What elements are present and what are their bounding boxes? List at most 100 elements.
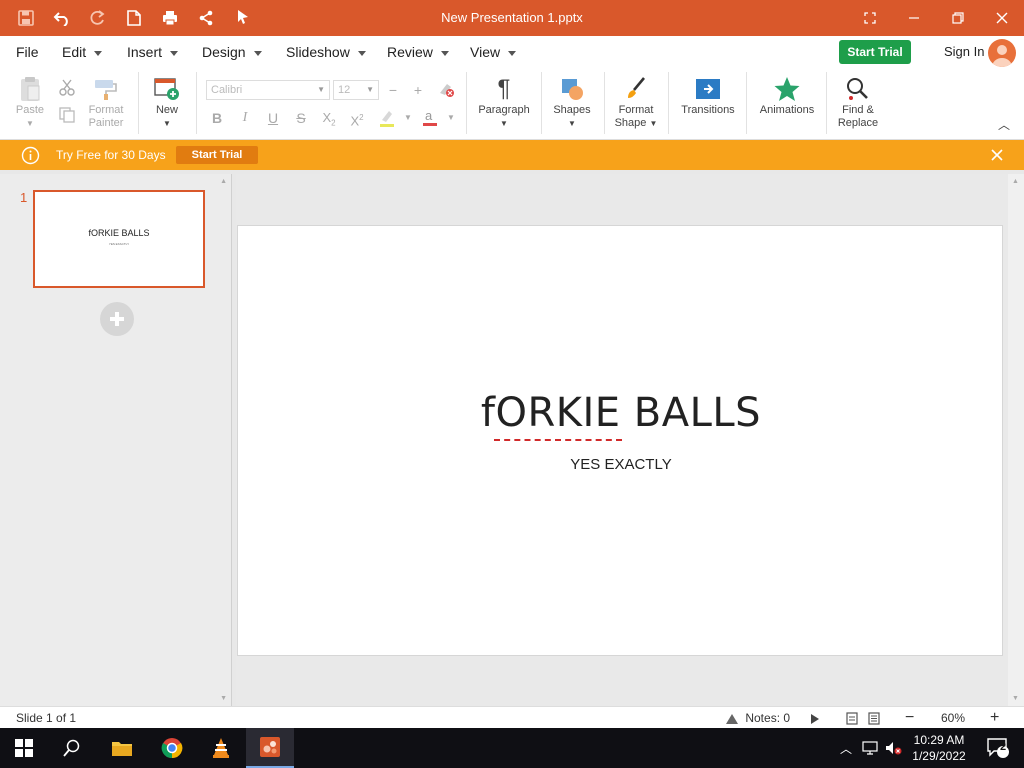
- slide[interactable]: fORKIE BALLS YES EXACTLY: [237, 225, 1003, 656]
- zoom-in-icon[interactable]: +: [990, 707, 999, 729]
- share-icon[interactable]: [188, 0, 224, 36]
- menu-slideshow[interactable]: Slideshow: [286, 36, 366, 68]
- cut-button[interactable]: [56, 78, 78, 99]
- add-slide-button[interactable]: [100, 302, 134, 336]
- font-name-select[interactable]: Calibri ▼: [206, 80, 330, 100]
- save-icon[interactable]: [8, 0, 44, 36]
- copy-button[interactable]: [56, 106, 78, 127]
- chevron-down-icon: [440, 50, 449, 56]
- redo-icon[interactable]: [80, 0, 116, 36]
- slide-title[interactable]: fORKIE BALLS: [238, 390, 1004, 436]
- fullscreen-icon[interactable]: [848, 0, 892, 36]
- menu-view[interactable]: View: [470, 36, 517, 68]
- font-color-icon[interactable]: a: [420, 108, 440, 128]
- transitions-label: Transitions: [681, 104, 735, 116]
- shapes-button[interactable]: Shapes ▼: [548, 74, 596, 130]
- undo-icon[interactable]: [44, 0, 80, 36]
- transitions-icon: [676, 74, 740, 104]
- presentation-app-icon[interactable]: [246, 728, 294, 768]
- windows-start-icon[interactable]: [0, 728, 48, 768]
- font-size-select[interactable]: 12 ▼: [333, 80, 379, 100]
- new-document-icon[interactable]: [116, 0, 152, 36]
- decrease-font-icon[interactable]: −: [383, 80, 403, 100]
- menu-edit[interactable]: Edit: [62, 36, 103, 68]
- slideshow-start-icon[interactable]: [226, 0, 262, 36]
- transitions-button[interactable]: Transitions: [676, 74, 740, 117]
- paste-label: Paste: [15, 104, 45, 116]
- plus-icon: [110, 312, 124, 326]
- animations-button[interactable]: Animations: [754, 74, 820, 117]
- chevron-down-icon: ▼: [366, 85, 374, 94]
- shapes-label: Shapes: [553, 104, 591, 116]
- scroll-down-icon[interactable]: ▼: [1012, 695, 1019, 702]
- outline-view-icon[interactable]: [868, 707, 880, 729]
- superscript-icon[interactable]: X2: [347, 108, 367, 128]
- vertical-scrollbar[interactable]: ▲ ▼: [1008, 174, 1024, 706]
- chevron-down-icon[interactable]: ▼: [398, 108, 418, 128]
- avatar[interactable]: [988, 39, 1016, 67]
- notes-label: Notes: 0: [745, 711, 791, 725]
- file-explorer-icon[interactable]: [98, 728, 146, 768]
- chevron-down-icon[interactable]: ▼: [441, 108, 461, 128]
- new-slide-button[interactable]: New ▼: [148, 74, 186, 130]
- slide-thumb-number: 1: [20, 190, 28, 205]
- paragraph-button[interactable]: ¶ Paragraph ▼: [474, 74, 534, 130]
- network-icon[interactable]: [858, 728, 882, 768]
- chevron-down-icon: ▼: [649, 119, 658, 128]
- zoom-out-icon[interactable]: −: [905, 707, 914, 729]
- notification-center-icon[interactable]: 2: [978, 728, 1018, 768]
- close-banner-icon[interactable]: [990, 148, 1004, 167]
- notification-count: 2: [1000, 741, 1007, 753]
- menu-design[interactable]: Design: [202, 36, 262, 68]
- strikethrough-icon[interactable]: S: [291, 108, 311, 128]
- notes-toggle[interactable]: Notes: 0: [726, 707, 790, 729]
- menu-review[interactable]: Review: [387, 36, 449, 68]
- underline-icon[interactable]: U: [263, 108, 283, 128]
- ribbon-divider: [196, 72, 197, 134]
- ribbon-divider: [668, 72, 669, 134]
- play-icon[interactable]: [810, 707, 820, 729]
- scissors-icon: [59, 79, 75, 96]
- search-icon[interactable]: [48, 728, 96, 768]
- vlc-icon[interactable]: [197, 728, 245, 768]
- normal-view-icon[interactable]: [846, 707, 858, 729]
- clock-time: 10:29 AM: [913, 733, 965, 747]
- tray-expand-icon[interactable]: ︿: [834, 728, 858, 768]
- restore-icon[interactable]: [936, 0, 980, 36]
- increase-font-icon[interactable]: +: [408, 80, 428, 100]
- chevron-down-icon: ▼: [500, 119, 508, 128]
- start-trial-button[interactable]: Start Trial: [839, 40, 911, 64]
- bold-icon[interactable]: B: [207, 108, 227, 128]
- zoom-level[interactable]: 60%: [941, 707, 965, 729]
- chrome-icon[interactable]: [148, 728, 196, 768]
- minimize-icon[interactable]: [892, 0, 936, 36]
- highlight-icon[interactable]: [377, 108, 397, 128]
- print-icon[interactable]: [152, 0, 188, 36]
- menu-design-label: Design: [202, 44, 246, 60]
- clock[interactable]: 10:29 AM 1/29/2022: [904, 732, 974, 764]
- clear-format-icon[interactable]: [436, 80, 456, 100]
- menu-insert[interactable]: Insert: [127, 36, 179, 68]
- font-size-value: 12: [338, 84, 351, 96]
- collapse-ribbon-icon[interactable]: ︿: [996, 116, 1012, 133]
- trial-start-button[interactable]: Start Trial: [176, 146, 258, 164]
- menu-edit-label: Edit: [62, 44, 87, 60]
- menu-file[interactable]: File: [16, 36, 39, 68]
- sign-in-link[interactable]: Sign In: [944, 36, 984, 68]
- volume-muted-icon[interactable]: [882, 728, 906, 768]
- scroll-up-icon[interactable]: ▲: [1012, 178, 1019, 185]
- scroll-down-icon[interactable]: ▼: [220, 695, 227, 702]
- close-icon[interactable]: [980, 0, 1024, 36]
- format-shape-button[interactable]: Format Shape ▼: [610, 74, 662, 130]
- paste-button[interactable]: Paste ▼: [12, 74, 48, 130]
- chevron-down-icon: ▼: [568, 119, 576, 128]
- chevron-down-icon: [253, 50, 262, 56]
- italic-icon[interactable]: I: [235, 108, 255, 128]
- subscript-icon[interactable]: X2: [319, 108, 339, 128]
- slide-subtitle[interactable]: YES EXACTLY: [238, 456, 1004, 473]
- slide-thumbnail[interactable]: fORKIE BALLS YES EXACTLY: [33, 190, 205, 288]
- find-replace-button[interactable]: Find & Replace: [832, 74, 884, 130]
- paintbrush-icon: [610, 74, 662, 104]
- scroll-up-icon[interactable]: ▲: [220, 178, 227, 185]
- format-painter-button[interactable]: Format Painter: [86, 74, 126, 130]
